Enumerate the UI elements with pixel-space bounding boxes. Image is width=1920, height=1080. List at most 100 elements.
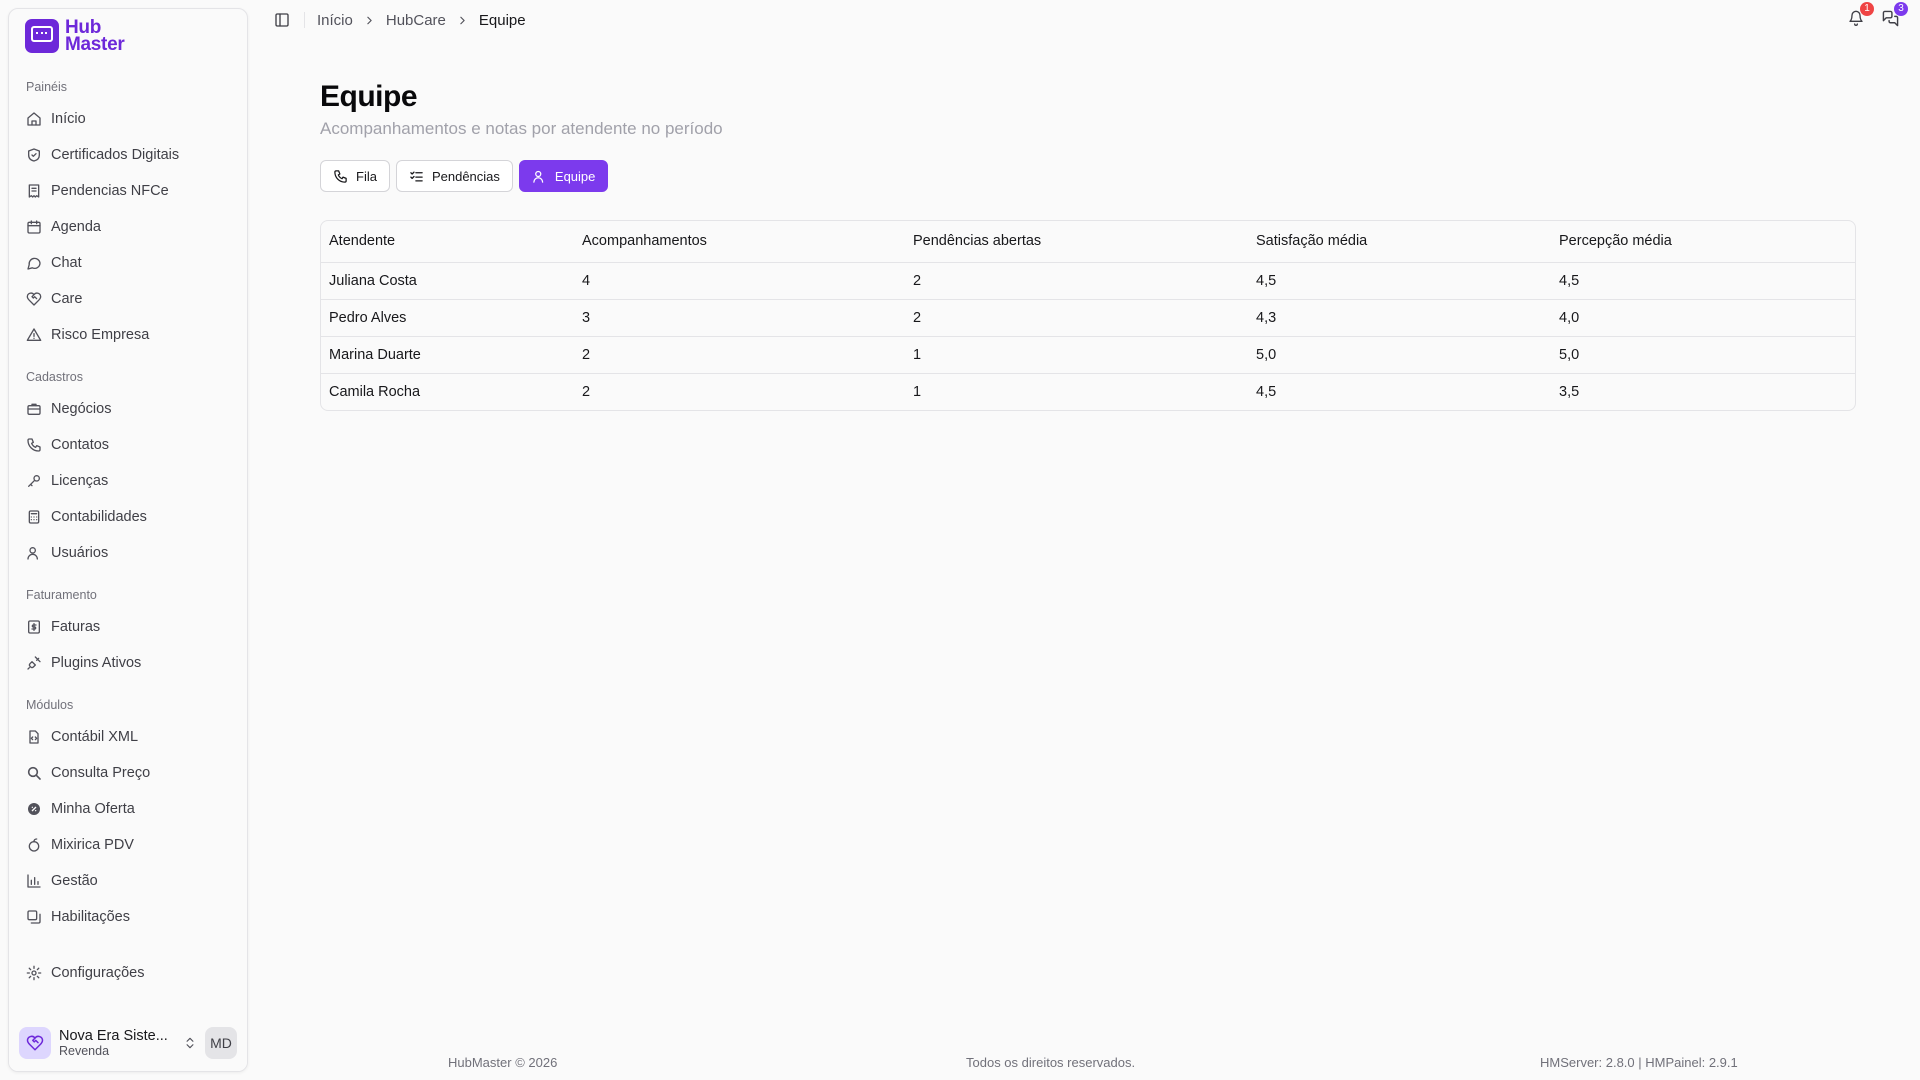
page-title: Equipe: [320, 80, 418, 113]
cell-pendencias: 1: [905, 336, 1248, 374]
list-checks-icon: [410, 171, 423, 181]
shield-icon: [26, 147, 42, 163]
column-header-pendencias[interactable]: Pendências abertas: [905, 221, 1248, 263]
sidebar-item-consulta-preco[interactable]: Consulta Preço: [9, 755, 247, 791]
sidebar-item-label: Care: [51, 291, 83, 307]
sidebar-item-negocios[interactable]: Negócios: [9, 391, 247, 427]
table-row[interactable]: Pedro Alves 3 2 4,3 4,0: [321, 299, 1855, 337]
cell-pendencias: 2: [905, 262, 1248, 300]
sidebar-item-gestao[interactable]: Gestão: [9, 863, 247, 899]
topbar: Início HubCare Equipe: [270, 8, 526, 32]
sidebar-item-habilitacoes[interactable]: Habilitações: [9, 899, 247, 935]
chevron-right-icon: [456, 14, 469, 27]
sidebar-item-label: Licenças: [51, 473, 109, 489]
sidebar-item-label: Contábil XML: [51, 729, 139, 745]
sidebar-item-care[interactable]: Care: [9, 281, 247, 317]
brand-logo[interactable]: Hub Master: [25, 18, 125, 55]
cell-pendencias: 2: [905, 299, 1248, 337]
cell-atendente: Marina Duarte: [321, 336, 574, 374]
footer-version: HMServer: 2.8.0 | HMPainel: 2.9.1: [1540, 1055, 1738, 1070]
calendar-icon: [26, 219, 42, 235]
topbar-actions: 1 3: [1846, 2, 1908, 30]
sidebar-item-faturas[interactable]: Faturas: [9, 609, 247, 645]
sidebar-item-label: Minha Oferta: [51, 801, 135, 817]
column-header-satisfacao[interactable]: Satisfação média: [1248, 221, 1551, 263]
tab-equipe[interactable]: Equipe: [518, 160, 609, 192]
cell-acompanhamentos: 2: [582, 383, 591, 400]
sidebar-item-risco-empresa[interactable]: Risco Empresa: [9, 317, 247, 353]
sidebar-item-certificados[interactable]: Certificados Digitais: [9, 137, 247, 173]
messages-button[interactable]: 3: [1880, 2, 1908, 30]
sidebar-item-contabil-xml[interactable]: Contábil XML: [9, 719, 247, 755]
sidebar-nav: Painéis Início Certificados Digitais Pen…: [9, 77, 247, 991]
plug-icon: [26, 655, 42, 671]
section-label-paineis: Painéis: [26, 80, 67, 94]
footer-copyright: HubMaster © 2026: [448, 1055, 558, 1070]
table-row[interactable]: Camila Rocha 2 1 4,5 3,5: [321, 373, 1855, 410]
page-subtitle: Acompanhamentos e notas por atendente no…: [320, 119, 723, 138]
cell-acompanhamentos: 2: [574, 336, 905, 374]
sidebar: Hub Master Painéis Início Certificados D…: [8, 8, 248, 1072]
sidebar-item-configuracoes[interactable]: Configurações: [9, 955, 247, 991]
sidebar-item-chat[interactable]: Chat: [9, 245, 247, 281]
cell-satisfacao: 4,3: [1248, 299, 1551, 337]
citrus-icon: [26, 837, 42, 853]
sidebar-item-contatos[interactable]: Contatos: [9, 427, 247, 463]
sidebar-toggle-button[interactable]: [270, 8, 294, 32]
badge-percent-icon: [26, 801, 42, 817]
sidebar-item-label: Contabilidades: [51, 509, 147, 525]
bar-chart-icon: [26, 873, 42, 889]
users-icon: [26, 545, 42, 561]
sidebar-item-inicio[interactable]: Início: [9, 101, 247, 137]
org-handshake-icon: [19, 1027, 51, 1059]
notification-badge: 1: [1860, 2, 1874, 16]
cell-acompanhamentos: 3: [574, 299, 905, 337]
user-avatar[interactable]: MD: [205, 1027, 237, 1059]
sidebar-item-label: Habilitações: [51, 909, 130, 925]
cell-satisfacao: 4,5: [1248, 262, 1551, 300]
sidebar-item-label: Gestão: [51, 873, 98, 889]
chevron-right-icon: [363, 14, 376, 27]
sidebar-item-mixirica-pdv[interactable]: Mixirica PDV: [9, 827, 247, 863]
sidebar-item-agenda[interactable]: Agenda: [9, 209, 247, 245]
table-row[interactable]: Marina Duarte 2 1 5,0 5,0: [321, 336, 1855, 374]
briefcase-icon: [26, 401, 42, 417]
sidebar-item-usuarios[interactable]: Usuários: [9, 535, 247, 571]
column-header-atendente[interactable]: Atendente: [321, 221, 574, 263]
heart-handshake-icon: [26, 291, 42, 307]
column-header-acompanhamentos[interactable]: Acompanhamentos: [574, 221, 905, 263]
file-code-icon: [26, 729, 42, 745]
chat-icon: [26, 255, 42, 271]
sidebar-item-licencas[interactable]: Licenças: [9, 463, 247, 499]
sidebar-item-minha-oferta[interactable]: Minha Oferta: [9, 791, 247, 827]
sidebar-item-pendencias-nfce[interactable]: Pendencias NFCe: [9, 173, 247, 209]
table-row[interactable]: Juliana Costa 4 2 4,5 4,5: [321, 262, 1855, 300]
sidebar-item-label: Mixirica PDV: [51, 837, 134, 853]
view-tabs: Fila Pendências Equipe: [320, 160, 609, 192]
org-switcher[interactable]: Nova Era Siste... Revenda MD: [9, 1015, 247, 1071]
sidebar-item-label: Faturas: [51, 619, 101, 635]
sidebar-item-label: Configurações: [51, 965, 145, 981]
breadcrumb-hubcare[interactable]: HubCare: [386, 12, 446, 29]
breadcrumb-inicio[interactable]: Início: [317, 12, 353, 29]
tab-fila[interactable]: Fila: [320, 160, 390, 192]
section-label-cadastros: Cadastros: [26, 370, 83, 384]
sidebar-item-label: Consulta Preço: [51, 765, 151, 781]
tab-pendencias[interactable]: Pendências: [395, 160, 513, 192]
sidebar-item-plugins-ativos[interactable]: Plugins Ativos: [9, 645, 247, 681]
org-role: Revenda: [59, 1044, 110, 1058]
notifications-button[interactable]: 1: [1846, 2, 1874, 30]
cell-satisfacao: 4,5: [1256, 383, 1277, 400]
messages-badge: 3: [1894, 2, 1908, 16]
sidebar-item-label: Plugins Ativos: [51, 655, 142, 671]
column-header-percepcao[interactable]: Percepção média: [1551, 221, 1855, 263]
search-price-icon: [26, 765, 42, 781]
phone-icon: [334, 169, 347, 183]
cell-pendencias: 1: [913, 383, 922, 400]
footer-rights: Todos os direitos reservados.: [966, 1055, 1136, 1070]
layers-icon: [26, 909, 42, 925]
sidebar-item-label: Usuários: [51, 545, 109, 561]
sidebar-item-contabilidades[interactable]: Contabilidades: [9, 499, 247, 535]
receipt-icon: [26, 183, 42, 199]
brand-line-2: Master: [65, 34, 125, 55]
